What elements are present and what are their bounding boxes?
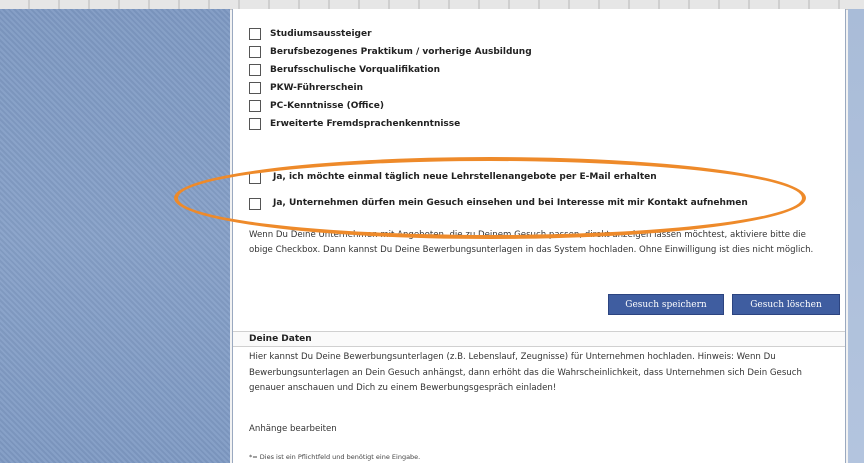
checkbox-box[interactable] — [249, 28, 261, 40]
contact-consent-checkbox[interactable]: Ja, Unternehmen dürfen mein Gesuch einse… — [249, 196, 809, 210]
checkbox-praktikum[interactable]: Berufsbezogenes Praktikum / vorherige Au… — [249, 43, 532, 61]
checkbox-box[interactable] — [249, 100, 261, 112]
checkbox-fremdsprachen[interactable]: Erweiterte Fremdsprachenkenntnisse — [249, 115, 532, 133]
consent-info-text: Wenn Du Deine Unternehmen mit Angeboten,… — [249, 230, 814, 255]
data-section-text: Hier kannst Du Deine Bewerbungsunterlage… — [249, 352, 802, 393]
checkbox-label: Studiumsaussteiger — [270, 29, 372, 39]
checkbox-box[interactable] — [249, 118, 261, 130]
checkbox-label: Berufsbezogenes Praktikum / vorherige Au… — [270, 47, 532, 57]
checkbox-box[interactable] — [249, 198, 261, 210]
checkbox-pc-kenntnisse[interactable]: PC-Kenntnisse (Office) — [249, 97, 532, 115]
page-background-right — [848, 9, 864, 463]
checkbox-fuehrerschein[interactable]: PKW-Führerschein — [249, 79, 532, 97]
email-consent-checkbox[interactable]: Ja, ich möchte einmal täglich neue Lehrs… — [249, 170, 809, 184]
data-section-header: Deine Daten — [233, 331, 845, 347]
section-title: Deine Daten — [249, 334, 312, 344]
form-panel: Studiumsaussteiger Berufsbezogenes Prakt… — [232, 9, 846, 463]
page-background-left — [0, 9, 230, 463]
checkbox-box[interactable] — [249, 46, 261, 58]
qualifications-checklist: Studiumsaussteiger Berufsbezogenes Prakt… — [249, 25, 532, 133]
email-consent-label: Ja, ich möchte einmal täglich neue Lehrs… — [273, 172, 657, 182]
checkbox-box[interactable] — [249, 82, 261, 94]
checkbox-label: Erweiterte Fremdsprachenkenntnisse — [270, 119, 461, 129]
delete-request-button[interactable]: Gesuch löschen — [732, 294, 840, 315]
checkbox-box[interactable] — [249, 172, 261, 184]
required-field-footnote: *= Dies ist ein Pflichtfeld und benötigt… — [249, 453, 421, 461]
checkbox-box[interactable] — [249, 64, 261, 76]
checkbox-label: PC-Kenntnisse (Office) — [270, 101, 384, 111]
checkbox-label: PKW-Führerschein — [270, 83, 364, 93]
checkbox-vorqualifikation[interactable]: Berufsschulische Vorqualifikation — [249, 61, 532, 79]
checkbox-studiumsaussteiger[interactable]: Studiumsaussteiger — [249, 25, 532, 43]
checkbox-label: Berufsschulische Vorqualifikation — [270, 65, 440, 75]
save-request-button[interactable]: Gesuch speichern — [608, 294, 724, 315]
contact-consent-label: Ja, Unternehmen dürfen mein Gesuch einse… — [273, 198, 748, 208]
edit-attachments-link[interactable]: Anhänge bearbeiten — [249, 424, 337, 434]
